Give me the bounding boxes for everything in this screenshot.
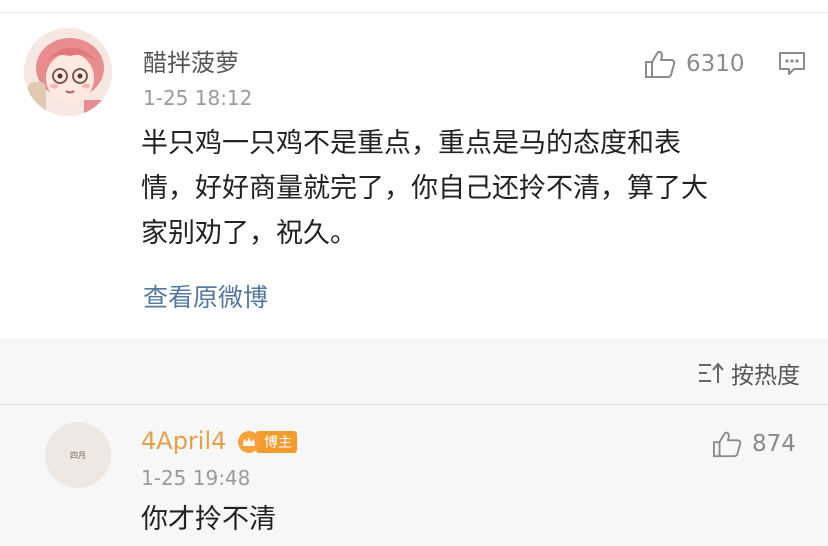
reply-avatar[interactable]: 四月 [45,422,111,488]
blogger-badge: 博主 [238,430,298,454]
reply-like-count: 874 [752,431,796,457]
comment-username[interactable]: 醋拌菠萝 [143,43,239,78]
crown-icon [238,431,260,453]
top-divider [0,12,828,13]
avatar-text: 四月 [70,450,86,460]
reply-text: 你才拎不清 [141,504,276,535]
comment-line: 半只鸡一只鸡不是重点，重点是马的态度和表 [141,128,681,159]
view-original-weibo-link[interactable]: 查看原微博 [143,278,268,314]
avatar-illustration-icon [24,28,112,116]
comment-icon [779,52,805,75]
reply-timestamp: 1-25 19:48 [141,466,251,490]
reply-button[interactable] [778,50,806,82]
like-button[interactable]: 6310 [644,49,745,79]
comment-text: 半只鸡一只鸡不是重点，重点是马的态度和表 情，好好商量就完了，你自己还拎不清，算… [141,121,708,256]
sort-label: 按热度 [731,363,800,389]
reply-username[interactable]: 4April4 [141,427,226,455]
comment-line: 情，好好商量就完了，你自己还拎不清，算了大 [141,173,708,204]
section-divider [0,404,828,405]
thumbs-up-icon [645,50,676,78]
reply-like-button[interactable]: 874 [712,430,796,458]
badge-label: 博主 [256,431,297,453]
avatar[interactable] [24,28,112,116]
sort-by-hot-button[interactable]: 按热度 [697,356,800,390]
comment-timestamp: 1-25 18:12 [143,86,253,110]
sort-icon [699,362,724,383]
thumbs-up-icon [713,431,742,458]
comment-line: 家别劝了，祝久。 [141,218,357,249]
like-count: 6310 [686,51,745,77]
